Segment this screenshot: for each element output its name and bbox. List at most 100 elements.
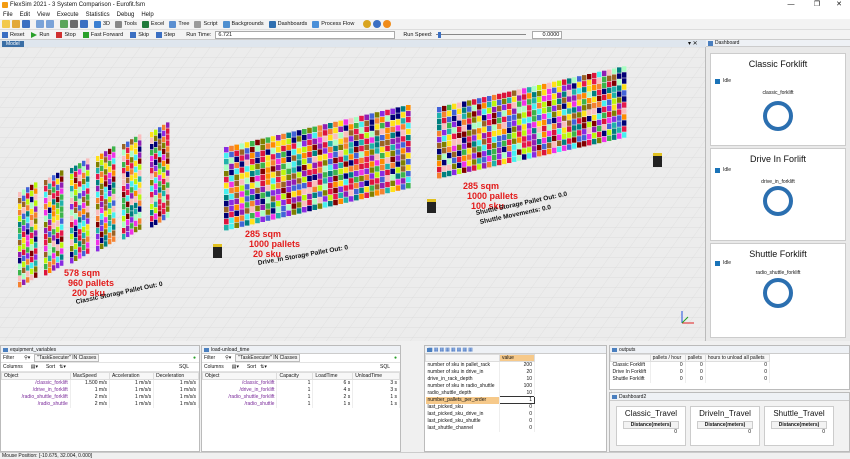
table-row[interactable]: Shuttle Forklift 0 0 0 bbox=[610, 375, 771, 383]
menu-debug[interactable]: Debug bbox=[117, 12, 135, 18]
open-folder-icon[interactable] bbox=[12, 20, 20, 28]
columns-label[interactable]: Columns bbox=[3, 364, 23, 370]
pin-icon[interactable]: ▾ ✕ bbox=[688, 40, 698, 47]
layout-icon[interactable] bbox=[80, 20, 88, 28]
tab-equipment-variables[interactable]: equipment_variables bbox=[1, 346, 199, 354]
new-file-icon[interactable] bbox=[2, 20, 10, 28]
table-row[interactable]: /radio_shuttle 1 1 s1 s bbox=[202, 400, 400, 408]
gear-icon[interactable] bbox=[363, 20, 372, 28]
classic-rack[interactable] bbox=[18, 182, 38, 288]
run-speed-slider[interactable] bbox=[436, 31, 527, 38]
save-icon[interactable] bbox=[22, 20, 30, 28]
table-row[interactable]: Drive In Forklift 0 0 0 bbox=[610, 368, 771, 376]
table-row[interactable]: number_pallets_per_order 1 bbox=[425, 396, 535, 404]
columns-label[interactable]: Columns bbox=[204, 364, 224, 370]
model-3d-view[interactable]: 578 sqm 960 pallets 200 sku Classic Stor… bbox=[0, 47, 706, 341]
classic-forklift[interactable] bbox=[653, 153, 662, 167]
close-button[interactable]: ✕ bbox=[828, 0, 850, 10]
filter-chip[interactable]: "TaskExecuter" IN Classes bbox=[34, 354, 100, 362]
tab-load-unload-time[interactable]: load-unload_time bbox=[202, 346, 400, 354]
toolbar-tools-button[interactable]: Tools bbox=[115, 20, 137, 28]
tab-dashboard[interactable]: Dashboard bbox=[706, 40, 850, 47]
col-header[interactable]: Object bbox=[1, 372, 71, 380]
run-time-field[interactable]: 6.721 bbox=[215, 30, 396, 39]
filter-icon[interactable]: ⚲▾ bbox=[24, 355, 30, 361]
col-header[interactable]: Deceleration bbox=[153, 372, 199, 380]
col-header[interactable]: UnloadTime bbox=[352, 372, 400, 380]
table-row[interactable]: /drive_in_forklift 1 m/s 1 m/s/s 1 m/s/s bbox=[1, 386, 199, 394]
table-row[interactable]: /radio_shuttle_forklift 2 m/s 1 m/s/s 1 m/s… bbox=[1, 393, 199, 401]
table-row[interactable]: /radio_shuttle 2 m/s 1 m/s/s 1 m/s/s bbox=[1, 400, 199, 408]
col-header[interactable]: pallets bbox=[684, 354, 706, 362]
radio-shuttle-forklift[interactable] bbox=[427, 199, 436, 213]
tab-outputs[interactable]: outputs bbox=[610, 346, 849, 354]
reset-button[interactable]: Reset bbox=[2, 31, 24, 38]
menu-statistics[interactable]: Statistics bbox=[86, 12, 110, 18]
col-header[interactable]: Acceleration bbox=[108, 372, 155, 380]
sql-button[interactable]: SQL bbox=[179, 364, 189, 370]
table-row[interactable]: radio_shuttle_depth 10 bbox=[425, 389, 535, 397]
columns-dropdown-icon[interactable]: ▤▾ bbox=[31, 364, 38, 370]
minimize-button[interactable]: — bbox=[780, 0, 802, 10]
flexsim-icon[interactable] bbox=[383, 20, 392, 28]
col-header[interactable]: Object bbox=[201, 372, 278, 380]
toolbar-dashboards-button[interactable]: Dashboards bbox=[268, 20, 307, 28]
filter-chip[interactable]: "TaskExecuter" IN Classes bbox=[235, 354, 301, 362]
classic-rack[interactable] bbox=[150, 122, 170, 228]
connect-icon[interactable] bbox=[60, 20, 68, 28]
classic-rack[interactable] bbox=[44, 170, 64, 276]
fast-forward-button[interactable]: Fast Forward bbox=[82, 31, 123, 38]
classic-rack[interactable] bbox=[96, 146, 116, 252]
filter-icon[interactable]: ⚲▾ bbox=[225, 355, 231, 361]
step-button[interactable]: Step bbox=[155, 31, 175, 38]
drive-in-forklift[interactable] bbox=[213, 244, 222, 258]
toolbar-backgrounds-button[interactable]: Backgrounds bbox=[222, 20, 264, 28]
help-icon[interactable]: ● bbox=[394, 355, 397, 361]
table-row[interactable]: /classic_forklift 1.500 m/s 1 m/s/s 1 m/s/s bbox=[1, 379, 199, 387]
col-header[interactable]: MaxSpeed bbox=[69, 372, 110, 380]
table-row[interactable]: last_shuttle_channel 0 bbox=[425, 424, 535, 432]
toolbar-3d-button[interactable]: 3D bbox=[94, 20, 110, 28]
table-row[interactable]: /radio_shuttle_forklift 1 2 s1 s bbox=[202, 393, 400, 401]
tab-dashboard2[interactable]: Dashboard2 bbox=[610, 393, 849, 401]
radio-shuttle-rack[interactable] bbox=[437, 66, 627, 179]
sort-label[interactable]: Sort bbox=[46, 364, 55, 370]
menu-edit[interactable]: Edit bbox=[20, 12, 30, 18]
table-row[interactable]: drive_in_rack_depth 10 bbox=[425, 375, 535, 383]
table-toolbar-icons[interactable]: ▦▦▦▦▦▦▦▦ bbox=[428, 347, 474, 353]
table-row[interactable]: Classic Forklift 0 0 0 bbox=[610, 361, 771, 369]
table-row[interactable]: last_picked_sku 0 bbox=[425, 403, 535, 411]
menu-execute[interactable]: Execute bbox=[57, 12, 79, 18]
skip-button[interactable]: Skip bbox=[130, 31, 149, 38]
col-header[interactable]: pallets / hour bbox=[649, 354, 686, 362]
help-icon[interactable]: ● bbox=[193, 355, 196, 361]
menu-help[interactable]: Help bbox=[141, 12, 153, 18]
classic-rack[interactable] bbox=[70, 158, 90, 264]
run-button[interactable]: Run bbox=[31, 31, 49, 38]
stop-button[interactable]: Stop bbox=[56, 31, 76, 38]
toolbar-process-flow-button[interactable]: Process Flow bbox=[312, 20, 354, 28]
table-row[interactable]: number of sku in radio_shuttle 100 bbox=[425, 382, 535, 390]
table-row[interactable]: /drive_in_forklift 1 4 s3 s bbox=[202, 386, 400, 394]
sort-label[interactable]: Sort bbox=[247, 364, 256, 370]
col-header[interactable]: LoadTime bbox=[312, 372, 354, 380]
select-icon[interactable] bbox=[70, 20, 78, 28]
toolbar-excel-button[interactable]: Excel bbox=[141, 20, 164, 28]
menu-file[interactable]: File bbox=[3, 12, 13, 18]
col-header-value[interactable]: value bbox=[499, 354, 535, 362]
drive-in-rack[interactable] bbox=[224, 105, 411, 231]
menu-view[interactable]: View bbox=[37, 12, 50, 18]
table-row[interactable]: /classic_forklift 1 6 s3 s bbox=[202, 379, 400, 387]
col-header[interactable]: hours to unload all pallets bbox=[704, 354, 771, 362]
toolbar-tree-button[interactable]: Tree bbox=[169, 20, 189, 28]
help-icon[interactable] bbox=[373, 20, 382, 28]
redo-icon[interactable] bbox=[46, 20, 54, 28]
table-row[interactable]: number of sku in pallet_rack 200 bbox=[425, 361, 535, 369]
table-row[interactable]: number of sku in drive_in 20 bbox=[425, 368, 535, 376]
undo-icon[interactable] bbox=[36, 20, 44, 28]
sort-icon[interactable]: ⇅▾ bbox=[260, 364, 267, 370]
columns-dropdown-icon[interactable]: ▤▾ bbox=[232, 364, 239, 370]
table-row[interactable]: last_picked_sku_drive_in 0 bbox=[425, 410, 535, 418]
sort-icon[interactable]: ⇅▾ bbox=[59, 364, 66, 370]
sql-button[interactable]: SQL bbox=[380, 364, 390, 370]
